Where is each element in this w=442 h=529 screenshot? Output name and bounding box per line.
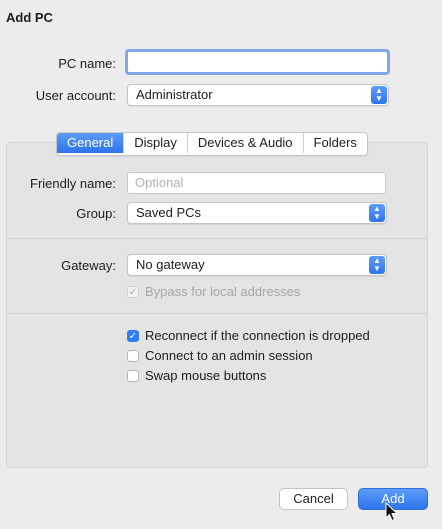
tab-bar: General Display Devices & Audio Folders (56, 132, 368, 156)
user-account-value: Administrator (136, 87, 213, 102)
gateway-value: No gateway (136, 257, 205, 272)
user-account-select[interactable]: Administrator ▲ ▼ (127, 84, 389, 106)
user-account-label: User account: (35, 88, 116, 103)
admin-session-label: Connect to an admin session (145, 348, 313, 363)
tab-display[interactable]: Display (124, 133, 188, 153)
cancel-button[interactable]: Cancel (279, 488, 348, 510)
gateway-label: Gateway: (61, 258, 116, 273)
friendly-name-input[interactable]: Optional (127, 172, 386, 194)
tab-devices-audio[interactable]: Devices & Audio (188, 133, 304, 153)
dialog-title: Add PC (6, 10, 53, 25)
admin-session-checkbox[interactable] (127, 349, 139, 362)
group-select[interactable]: Saved PCs ▲ ▼ (127, 202, 387, 224)
chevron-updown-icon: ▲ ▼ (371, 86, 387, 104)
reconnect-checkbox-row[interactable]: ✓ Reconnect if the connection is dropped (127, 328, 370, 343)
tab-general[interactable]: General (57, 133, 125, 153)
bypass-checkbox[interactable]: ✓ (127, 285, 139, 298)
tab-folders[interactable]: Folders (304, 133, 367, 153)
pc-name-label: PC name: (58, 56, 116, 71)
bypass-checkbox-row: ✓ Bypass for local addresses (127, 284, 300, 299)
pc-name-input[interactable] (125, 49, 390, 75)
swap-mouse-label: Swap mouse buttons (145, 368, 267, 383)
admin-session-checkbox-row[interactable]: Connect to an admin session (127, 348, 313, 363)
reconnect-checkbox[interactable]: ✓ (127, 329, 139, 342)
chevron-updown-icon: ▲ ▼ (369, 204, 385, 222)
bypass-label: Bypass for local addresses (145, 284, 301, 299)
group-label: Group: (76, 206, 116, 221)
reconnect-label: Reconnect if the connection is dropped (145, 328, 370, 343)
gateway-select[interactable]: No gateway ▲ ▼ (127, 254, 387, 276)
swap-mouse-checkbox[interactable] (127, 369, 139, 382)
separator (7, 238, 427, 239)
chevron-updown-icon: ▲ ▼ (369, 256, 385, 274)
separator (7, 313, 427, 314)
swap-mouse-checkbox-row[interactable]: Swap mouse buttons (127, 368, 266, 383)
mouse-pointer-icon (385, 502, 399, 522)
friendly-name-label: Friendly name: (30, 176, 116, 191)
group-value: Saved PCs (136, 205, 202, 220)
